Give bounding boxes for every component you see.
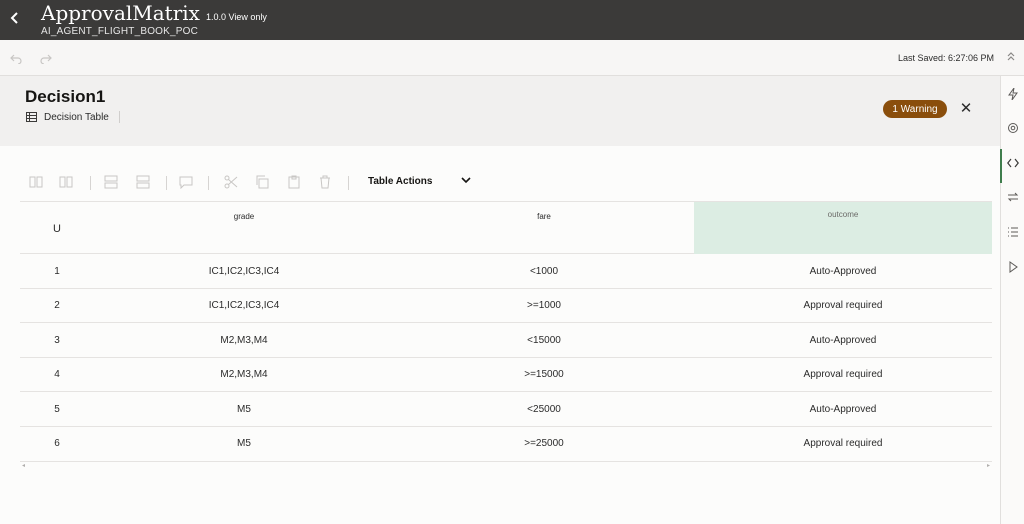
insert-column-right-icon[interactable] (58, 174, 74, 190)
rule-number-cell: 4 (54, 369, 60, 381)
grade-cell[interactable]: IC1,IC2,IC3,IC4 (94, 289, 394, 323)
swap-icon[interactable] (1001, 185, 1024, 209)
outcome-cell[interactable]: Auto-Approved (694, 323, 992, 357)
table-row[interactable]: 1 IC1,IC2,IC3,IC4 <1000 Auto-Approved (20, 254, 992, 289)
undo-icon[interactable] (10, 52, 22, 65)
grade-cell[interactable]: M5 (94, 427, 394, 461)
editor-toolbar: Last Saved: 6:27:06 PM (0, 40, 1024, 76)
chevron-double-up-icon[interactable] (1006, 50, 1016, 64)
outcome-cell[interactable]: Auto-Approved (694, 254, 992, 288)
app-header: ApprovalMatrix 1.0.0 View only AI_AGENT_… (0, 0, 1024, 40)
toolbar-divider (348, 176, 349, 190)
rule-number-cell: 6 (54, 438, 60, 450)
grade-cell[interactable]: IC1,IC2,IC3,IC4 (94, 254, 394, 288)
table-icon (26, 112, 37, 122)
fare-cell[interactable]: >=25000 (394, 427, 694, 461)
chevron-left-icon (10, 12, 18, 24)
toolbar-divider (208, 176, 209, 190)
toolbar-divider (166, 176, 167, 190)
column-header-fare[interactable]: fare (394, 202, 694, 254)
back-button[interactable] (6, 8, 24, 28)
grade-cell[interactable]: M5 (94, 392, 394, 426)
table-row[interactable]: 4 M2,M3,M4 >=15000 Approval required (20, 358, 992, 393)
insert-row-above-icon[interactable] (103, 174, 119, 190)
table-toolbar: Table Actions (20, 168, 500, 196)
rule-number-cell: 3 (54, 334, 60, 346)
table-row[interactable]: 2 IC1,IC2,IC3,IC4 >=1000 Approval requir… (20, 289, 992, 324)
copy-icon[interactable] (254, 174, 270, 190)
table-actions-menu[interactable]: Table Actions (368, 176, 432, 187)
table-row[interactable]: 5 M5 <25000 Auto-Approved (20, 392, 992, 427)
page-title: Decision1 (25, 87, 106, 106)
toolbar-divider (90, 176, 91, 190)
cut-icon[interactable] (223, 174, 239, 190)
grade-cell[interactable]: M2,M3,M4 (94, 323, 394, 357)
gear-icon[interactable] (1001, 116, 1024, 140)
comment-icon[interactable] (178, 174, 194, 190)
decision-table-panel: Table Actions U grade fare outcome 1 IC1… (0, 146, 1000, 524)
outcome-cell[interactable]: Approval required (694, 427, 992, 461)
fare-cell[interactable]: >=15000 (394, 358, 694, 392)
table-row[interactable]: 3 M2,M3,M4 <15000 Auto-Approved (20, 323, 992, 358)
delete-icon[interactable] (317, 174, 333, 190)
last-saved-label: Last Saved: 6:27:06 PM (897, 53, 994, 63)
app-subtitle: AI_AGENT_FLIGHT_BOOK_POC (41, 26, 199, 37)
table-header-row: U grade fare outcome (20, 201, 992, 254)
column-header-grade[interactable]: grade (94, 202, 394, 254)
decision-header: Decision1 Decision Table 1 Warning ✕ (0, 76, 1000, 146)
chevron-down-icon[interactable] (460, 174, 472, 186)
app-title: ApprovalMatrix (41, 1, 200, 25)
fare-cell[interactable]: >=1000 (394, 289, 694, 323)
right-rail (1000, 76, 1024, 524)
warning-badge[interactable]: 1 Warning (883, 100, 947, 118)
redo-icon[interactable] (40, 52, 52, 65)
lightning-icon[interactable] (1001, 82, 1024, 106)
code-icon[interactable] (1001, 151, 1024, 175)
grade-cell[interactable]: M2,M3,M4 (94, 358, 394, 392)
outcome-cell[interactable]: Approval required (694, 289, 992, 323)
decision-type-label: Decision Table (44, 112, 109, 123)
insert-column-left-icon[interactable] (28, 174, 44, 190)
play-icon[interactable] (1001, 255, 1024, 279)
divider (119, 111, 120, 123)
outcome-cell[interactable]: Approval required (694, 358, 992, 392)
table-row[interactable]: 6 M5 >=25000 Approval required (20, 427, 992, 462)
rule-number-cell: 2 (54, 300, 60, 312)
fare-cell[interactable]: <25000 (394, 392, 694, 426)
fare-cell[interactable]: <1000 (394, 254, 694, 288)
column-header-u[interactable]: U (20, 202, 94, 254)
horizontal-scrollbar[interactable]: ◂ ▸ (20, 462, 992, 470)
rule-number-cell: 5 (54, 403, 60, 415)
list-icon[interactable] (1001, 220, 1024, 244)
rule-number-cell: 1 (54, 265, 60, 277)
paste-icon[interactable] (286, 174, 302, 190)
app-version: 1.0.0 View only (206, 12, 267, 22)
scroll-right-icon[interactable]: ▸ (987, 462, 990, 469)
close-icon[interactable]: ✕ (959, 101, 973, 116)
fare-cell[interactable]: <15000 (394, 323, 694, 357)
column-header-outcome[interactable]: outcome (694, 202, 992, 254)
insert-row-below-icon[interactable] (135, 174, 151, 190)
scroll-left-icon[interactable]: ◂ (22, 462, 25, 469)
outcome-cell[interactable]: Auto-Approved (694, 392, 992, 426)
decision-table: U grade fare outcome 1 IC1,IC2,IC3,IC4 <… (20, 201, 992, 462)
